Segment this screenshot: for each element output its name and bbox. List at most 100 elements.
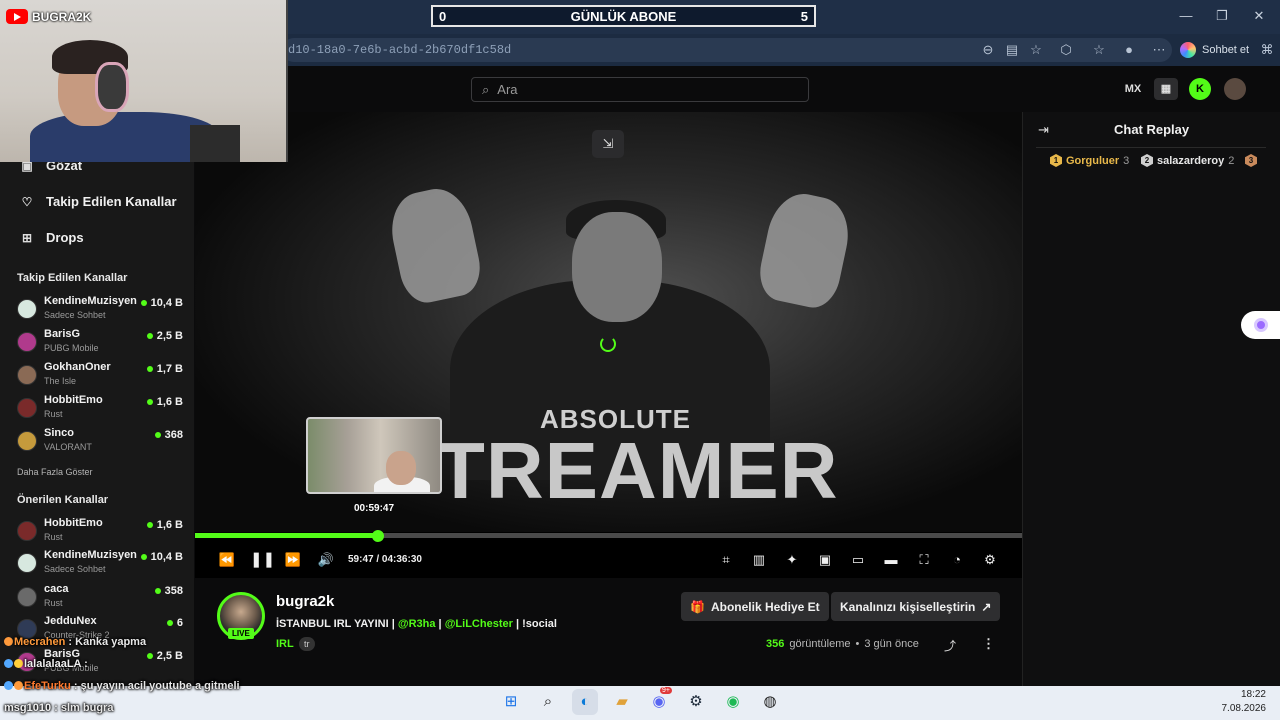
windows-start-icon[interactable]: ⊞ [498,689,524,715]
cast-icon[interactable]: ▭ [848,551,868,569]
channel-avatar [17,587,37,607]
sparkle-icon[interactable]: ✦ [782,551,802,569]
drops-icon: ⊞ [21,230,33,245]
stats-icon[interactable]: ▥ [749,551,769,569]
webcam-chair [190,125,240,162]
speed-icon[interactable]: ◔ [947,551,967,569]
top-gifter[interactable]: 1 Gorguluer 3 [1050,154,1129,167]
channel-avatar [17,521,37,541]
search-icon[interactable]: ⌕ [535,689,561,715]
channel-avatar [17,332,37,352]
followed-channel[interactable]: Sinco VALORANT 368 [17,427,185,457]
collapse-chat-icon[interactable]: ⇥ [1038,122,1049,138]
minimize-icon[interactable]: — [1176,8,1196,24]
favorite-icon[interactable]: ☆ [1027,41,1045,59]
favorites-bar-icon[interactable]: ☆ [1090,41,1108,59]
channel-name: Sinco [44,427,74,439]
search-input[interactable]: ⌕ Ara [471,77,809,102]
channel-avatar [17,365,37,385]
fullscreen-icon[interactable]: ⛶ [914,551,934,569]
rewind-icon[interactable]: ⏪ [217,551,237,569]
recommended-channel[interactable]: KendineMuzisyen Sadece Sohbet 10,4 B [17,549,185,579]
viewer-count: 1,6 B [156,396,183,408]
live-dot [146,399,153,405]
followed-channel[interactable]: GokhanOner The Isle 1,7 B [17,361,185,391]
profile-icon[interactable]: ● [1120,41,1138,59]
copilot-icon [1180,42,1196,58]
channel-name: JedduNex [44,615,97,627]
overlay-chat-sep: : [51,702,61,714]
layout-icon[interactable]: ▦ [1154,78,1178,100]
youtube-channel-badge: BUGRA2K [6,9,91,24]
assistant-bubble[interactable] [1241,311,1280,339]
live-dot [146,366,153,372]
stats-bullet: • [855,638,860,650]
close-icon[interactable]: ✕ [1249,8,1269,24]
top-gifter[interactable]: 2 salazarderoy 2 [1141,154,1234,167]
channel-viewers: 358 [154,585,183,597]
streamer-name[interactable]: bugra2k [276,593,334,610]
nav-drops[interactable]: ⊞ Drops [20,230,84,245]
chat-badge-icon [14,659,23,668]
kick-icon[interactable]: K [1189,78,1211,100]
obs-icon[interactable]: ◍ [757,689,783,715]
mx-icon[interactable]: MX [1121,78,1145,100]
sub-counter-title: GÜNLÜK ABONE [570,8,677,24]
restore-icon[interactable]: ❐ [1212,8,1232,24]
gift-sub-button[interactable]: 🎁 Abonelik Hediye Et [681,592,829,621]
live-dot [154,432,161,438]
more-icon[interactable]: ⋯ [1150,41,1168,59]
duration: 04:36:30 [381,554,422,565]
zoom-icon[interactable]: ⊖ [979,41,997,59]
title-mention[interactable]: @R3ha [398,618,436,630]
live-dot [146,653,153,659]
followed-channel[interactable]: BarisG PUBG Mobile 2,5 B [17,328,185,358]
settings-icon[interactable]: ⚙ [980,551,1000,569]
channel-viewers: 2,5 B [146,330,183,342]
pip-icon[interactable]: ▣ [815,551,835,569]
files-icon[interactable]: ▰ [609,689,635,715]
extensions-icon[interactable]: ⬡ [1057,41,1075,59]
system-clock[interactable]: 18:22 7.08.2026 [1210,688,1267,716]
top-gifter[interactable]: 3 [1245,154,1257,167]
nav-following[interactable]: ♡ Takip Edilen Kanallar [20,194,177,209]
recommended-channel[interactable]: caca Rust 358 [17,583,185,613]
profile-avatar[interactable] [1224,78,1246,100]
spotify-icon[interactable]: ◉ [720,689,746,715]
live-dot [154,588,161,594]
more-options-icon[interactable]: ⋮ [982,636,995,652]
pause-icon[interactable]: ❚❚ [250,551,275,569]
copilot-button[interactable]: Sohbet et [1180,40,1249,60]
steam-icon[interactable]: ⚙ [683,689,709,715]
chat-divider [1036,147,1266,148]
seek-preview [306,417,442,494]
viewer-count: 358 [164,585,183,597]
customize-channel-button[interactable]: Kanalınızı kişiselleştirin ↗ [831,592,1001,621]
headset-icon [95,62,129,112]
edge-icon[interactable]: ◐ [572,689,598,715]
preview-face [386,451,416,485]
clip-icon[interactable]: ⌗ [716,551,736,569]
overlay-chat-sep: : [65,636,76,648]
minimize-player-button[interactable]: ⇲ [592,130,624,158]
reader-icon[interactable]: ▤ [1003,41,1021,59]
title-mention[interactable]: @LiLChester [445,618,513,630]
followed-channel[interactable]: KendineMuzisyen Sadece Sohbet 10,4 B [17,295,185,325]
rank-badge-icon: 2 [1141,154,1153,167]
channel-viewers: 1,7 B [146,363,183,375]
followed-channel[interactable]: HobbitEmo Rust 1,6 B [17,394,185,424]
category-link[interactable]: IRL [276,638,294,650]
overlay-chat-msg: şu yayın acil youtube a gitmeli [80,680,240,692]
show-more-link[interactable]: Daha Fazla Göster [17,467,93,477]
theater-icon[interactable]: ▬ [881,551,901,569]
volume-icon[interactable]: 🔊 [316,551,336,569]
forward-icon[interactable]: ⏩ [283,551,303,569]
recommended-channel[interactable]: HobbitEmo Rust 1,6 B [17,517,185,547]
share-icon[interactable]: ⤴ [944,637,956,654]
sub-counter-right: 5 [800,8,808,24]
language-tag[interactable]: tr [299,637,315,651]
overlay-chat-line: msg1010 : slm bugra [4,702,113,714]
sidebar-toggle-icon[interactable]: ⌘ [1258,41,1276,59]
channel-name: HobbitEmo [44,394,103,406]
live-dot [146,333,153,339]
